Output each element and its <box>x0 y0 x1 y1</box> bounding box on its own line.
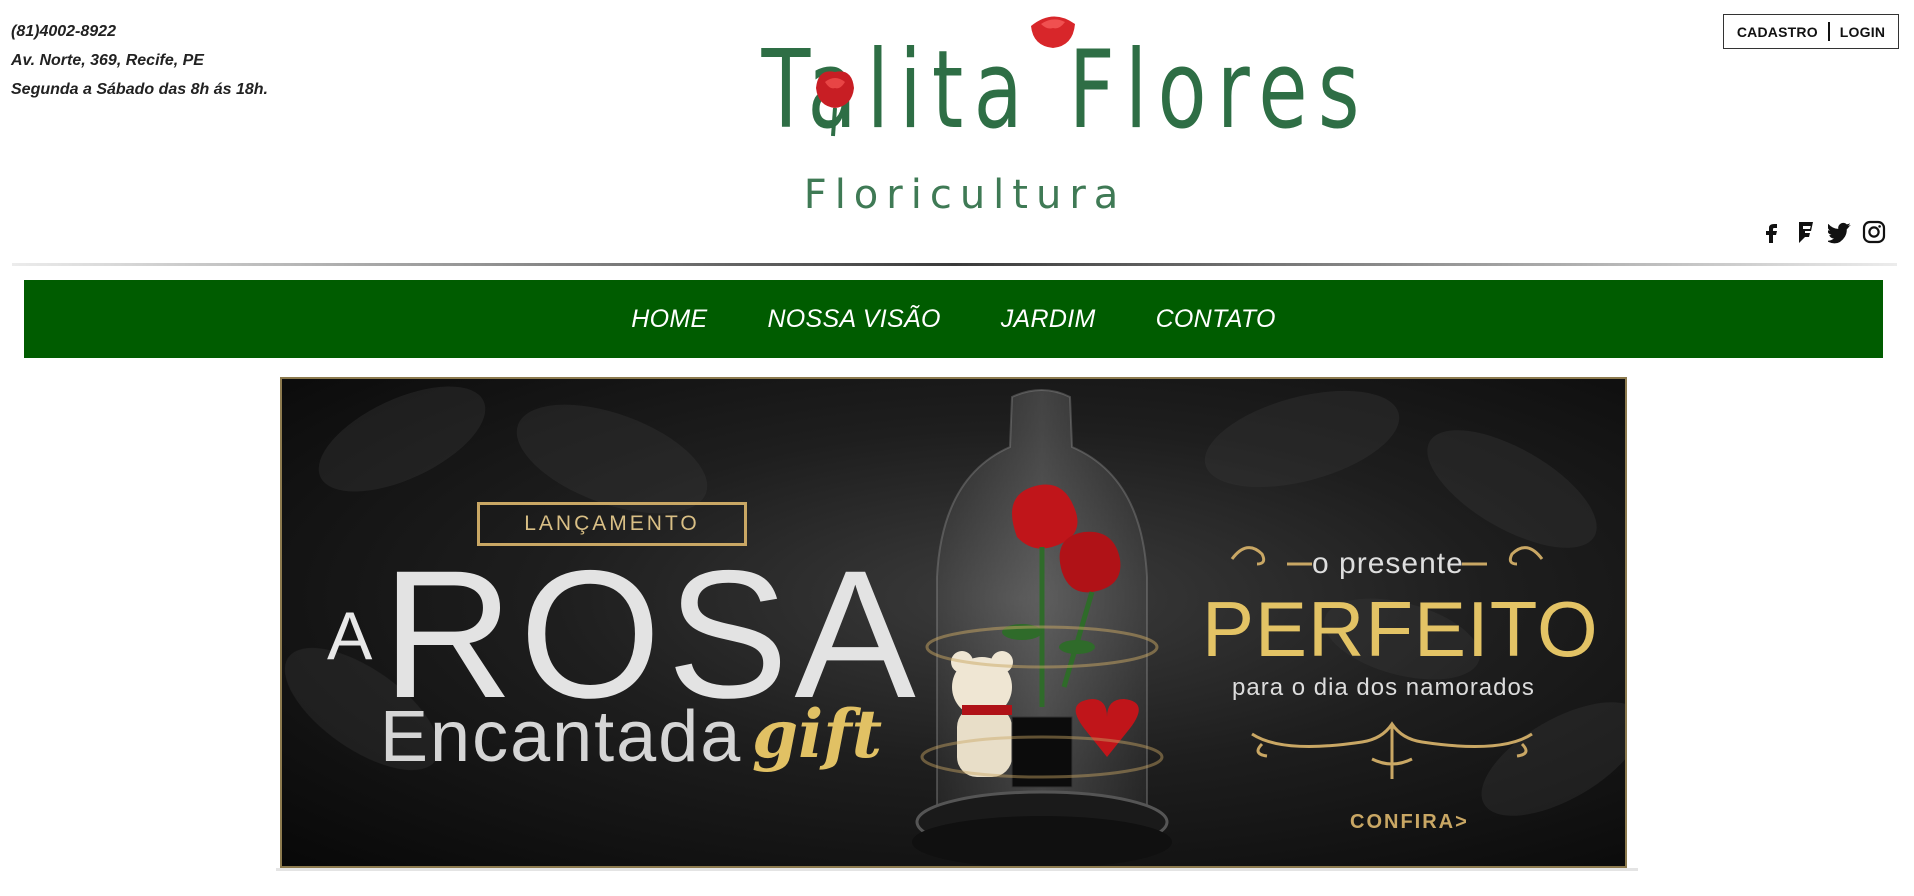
foursquare-icon[interactable] <box>1794 220 1818 244</box>
facebook-icon[interactable] <box>1760 220 1784 244</box>
contact-info: (81)4002-8922 Av. Norte, 369, Recife, PE… <box>11 17 268 104</box>
instagram-icon[interactable] <box>1862 220 1886 244</box>
login-link[interactable]: LOGIN <box>1840 24 1885 40</box>
auth-box: CADASTRO LOGIN <box>1723 14 1899 49</box>
banner-word-a: A <box>327 598 373 674</box>
logo[interactable]: Talita Flores Floricultura <box>690 10 1359 220</box>
ornament-bottom-icon <box>1251 721 1533 779</box>
rose-letter-icon <box>816 71 854 137</box>
banner-word-gift: gift <box>752 695 883 773</box>
banner-perfect-text: PERFEITO <box>1202 585 1599 673</box>
banner-valentines-text: para o dia dos namorados <box>1232 674 1535 701</box>
banner-word-encantada: Encantada <box>380 697 743 777</box>
main-nav: HOME NOSSA VISÃO JARDIM CONTATO <box>24 280 1883 358</box>
banner-cta-link[interactable]: CONFIRA> <box>1350 811 1469 834</box>
nav-item-contato[interactable]: CONTATO <box>1156 305 1276 334</box>
contact-phone: (81)4002-8922 <box>11 23 116 40</box>
contact-address: Av. Norte, 369, Recife, PE <box>11 52 204 69</box>
logo-subtitle: Floricultura <box>803 172 1127 218</box>
nav-item-jardim[interactable]: JARDIM <box>1001 305 1096 334</box>
rose-dome-product-image <box>912 389 1172 866</box>
auth-separator <box>1827 22 1830 41</box>
header-divider <box>12 263 1897 266</box>
social-links <box>1760 220 1886 244</box>
register-link[interactable]: CADASTRO <box>1737 24 1818 40</box>
banner-shadow <box>276 868 1638 871</box>
promo-banner[interactable]: LANÇAMENTO A ROSA Encantada gift o prese… <box>280 377 1627 868</box>
twitter-icon[interactable] <box>1825 220 1852 244</box>
banner-present-text: o presente <box>1312 547 1464 580</box>
contact-hours: Segunda a Sábado das 8h ás 18h. <box>11 81 268 98</box>
nav-item-nossa-visao[interactable]: NOSSA VISÃO <box>767 305 940 334</box>
rose-icon <box>1031 16 1075 48</box>
nav-item-home[interactable]: HOME <box>631 305 707 334</box>
